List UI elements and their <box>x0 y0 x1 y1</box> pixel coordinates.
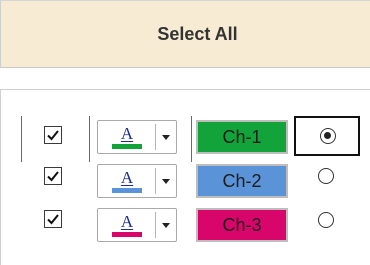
font-color-icon: A <box>120 168 134 187</box>
row-1-focus-right <box>191 116 192 162</box>
radio-cell-2[interactable] <box>294 158 360 198</box>
channel-button-2[interactable]: Ch-2 <box>196 164 288 198</box>
channel-button-1[interactable]: Ch-1 <box>196 120 288 154</box>
color-swatch <box>112 232 142 237</box>
select-all-label: Select All <box>157 23 238 44</box>
dropdown-arrow-icon[interactable] <box>162 179 170 184</box>
color-swatch <box>112 188 142 193</box>
radio-button-icon[interactable] <box>318 168 334 184</box>
select-all-header[interactable]: Select All <box>0 0 370 68</box>
checkmark-icon <box>47 171 59 182</box>
checkmark-icon <box>47 130 59 141</box>
dropdown-arrow-icon[interactable] <box>162 223 170 228</box>
checkmark-icon <box>47 214 59 225</box>
channel-checkbox-3[interactable] <box>44 210 62 228</box>
channel-label: Ch-3 <box>222 214 262 235</box>
channel-button-3[interactable]: Ch-3 <box>196 208 288 242</box>
radio-button-icon[interactable] <box>320 128 336 144</box>
row-1-focus-left <box>21 116 22 162</box>
font-color-icon: A <box>120 212 134 231</box>
color-picker-1[interactable]: A <box>97 120 177 154</box>
spacer-row <box>0 68 370 90</box>
color-swatch <box>112 144 142 149</box>
radio-selected-dot <box>324 132 331 139</box>
color-picker-2[interactable]: A <box>97 164 177 198</box>
row-1-focus-mid <box>89 116 90 162</box>
picker-divider <box>155 168 156 194</box>
channel-label: Ch-1 <box>222 126 262 147</box>
channel-checkbox-2[interactable] <box>44 167 62 185</box>
font-color-icon: A <box>120 124 134 143</box>
picker-divider <box>155 212 156 238</box>
radio-cell-3[interactable] <box>294 202 360 242</box>
channel-checkbox-1[interactable] <box>44 126 62 144</box>
radio-button-icon[interactable] <box>318 212 334 228</box>
channel-label: Ch-2 <box>222 170 262 191</box>
channel-list: A Ch-1 A Ch-2 A Ch-3 <box>0 90 370 265</box>
picker-divider <box>155 124 156 150</box>
dropdown-arrow-icon[interactable] <box>162 135 170 140</box>
radio-cell-1[interactable] <box>294 116 360 156</box>
color-picker-3[interactable]: A <box>97 208 177 242</box>
